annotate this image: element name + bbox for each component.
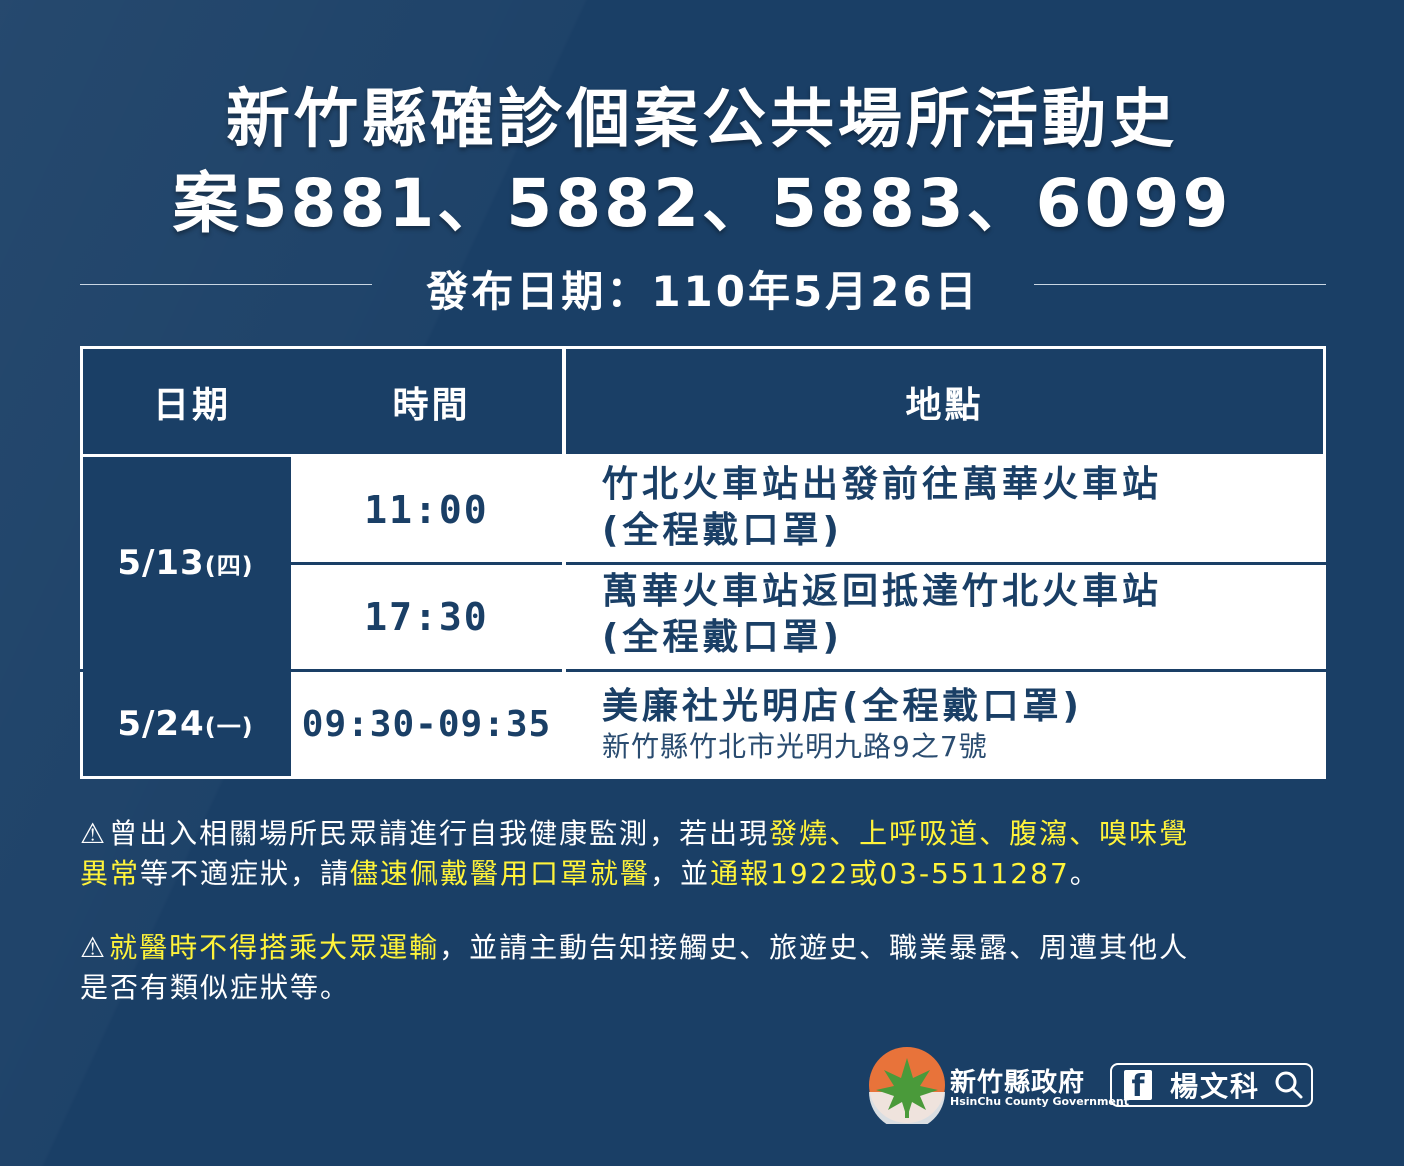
date-cell: 5/24 (一) (83, 672, 288, 776)
notice-highlight: 就醫時不得搭乘大眾運輸 (109, 931, 440, 964)
place-cell: 竹北火車站出發前往萬華火車站 (全程戴口罩) (566, 457, 1323, 562)
column-divider (562, 349, 566, 776)
health-notice: ⚠曾出入相關場所民眾請進行自我健康監測，若出現發燒、上呼吸道、腹瀉、嗅味覺異常等… (80, 814, 1330, 894)
search-icon[interactable] (1274, 1070, 1304, 1100)
date-value: 5/24 (117, 704, 205, 744)
notice-highlight: 通報1922或03-5511287 (710, 857, 1070, 890)
notice-text: 。 (1069, 857, 1100, 890)
notice-text: 是否有類似症狀等。 (80, 971, 351, 1004)
notice-text: ，並 (650, 857, 711, 890)
time-cell: 17:30 (291, 565, 562, 669)
place-note: (全程戴口罩) (602, 510, 843, 551)
date-cell: 5/13 (四) (83, 457, 288, 669)
notice-highlight: 儘速佩戴醫用口罩就醫 (350, 857, 651, 890)
notice-text: 等不適症狀，請 (140, 857, 351, 890)
page-title: 新竹縣確診個案公共場所活動史 (226, 83, 1178, 157)
transport-notice: ⚠就醫時不得搭乘大眾運輸，並請主動告知接觸史、旅遊史、職業暴露、周遭其他人是否有… (80, 928, 1330, 1008)
warning-icon: ⚠ (80, 817, 108, 850)
warning-icon: ⚠ (80, 931, 108, 964)
county-logo-icon (869, 1047, 945, 1124)
weekday: (一) (204, 712, 254, 741)
header-divider (83, 454, 1323, 457)
notice-text: ，並請主動告知接觸史、旅遊史、職業暴露、周遭其他人 (439, 931, 1190, 964)
notice-highlight: 異常 (80, 857, 141, 890)
column-divider (288, 454, 291, 776)
divider-left (80, 284, 372, 285)
time-cell: 09:30-09:35 (291, 672, 562, 776)
facebook-search-box[interactable]: f 楊文科 (1110, 1063, 1313, 1107)
government-name: 新竹縣政府 (950, 1068, 1086, 1098)
notice-highlight: 發燒、上呼吸道、腹瀉、嗅味覺 (769, 817, 1190, 850)
time-cell: 11:00 (291, 457, 562, 562)
publish-date: 發布日期：110年5月26日 (426, 267, 980, 316)
place-address: 新竹縣竹北市光明九路9之7號 (602, 730, 988, 763)
place-cell: 美廉社光明店(全程戴口罩) 新竹縣竹北市光明九路9之7號 (566, 672, 1323, 776)
divider-right (1034, 284, 1326, 285)
facebook-page-name: 楊文科 (1170, 1070, 1261, 1103)
date-value: 5/13 (117, 543, 205, 583)
column-header-time: 時間 (301, 349, 562, 454)
place-name: 竹北火車站出發前往萬華火車站 (602, 464, 1163, 505)
place-name: 美廉社光明店(全程戴口罩) (602, 686, 1083, 727)
weekday: (四) (204, 551, 254, 580)
activity-table: 日期 時間 地點 5/13 (四) 11:00 竹北火車站出發前往萬華火車站 (全… (80, 346, 1326, 779)
case-numbers: 案5881、5882、5883、6099 (172, 165, 1232, 242)
notice-text: 曾出入相關場所民眾請進行自我健康監測，若出現 (109, 817, 770, 850)
place-cell: 萬華火車站返回抵達竹北火車站 (全程戴口罩) (566, 565, 1323, 669)
facebook-icon: f (1124, 1070, 1152, 1104)
column-header-place: 地點 (566, 349, 1323, 454)
government-name-en: HsinChu County Government (950, 1095, 1129, 1108)
column-header-date: 日期 (83, 349, 301, 454)
place-name: 萬華火車站返回抵達竹北火車站 (602, 571, 1163, 612)
place-note: (全程戴口罩) (602, 617, 843, 658)
